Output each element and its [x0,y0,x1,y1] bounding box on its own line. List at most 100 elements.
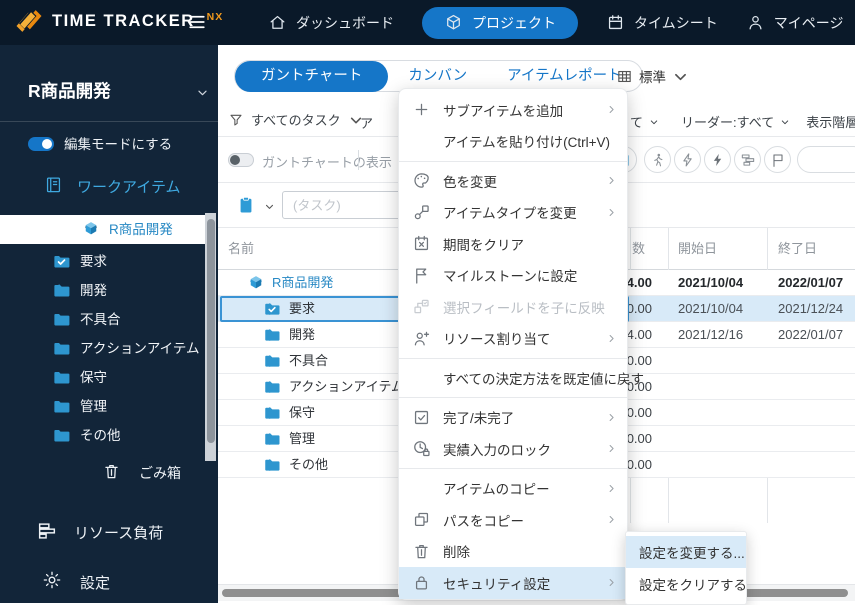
nav-mypage[interactable]: マイページ [746,13,844,33]
menu-item-label: アイテムのコピー [443,478,606,498]
menu-item-5[interactable]: 期間をクリア [399,228,627,260]
menu-item-label: 完了/未完了 [443,407,606,427]
chevron-down-icon [649,117,659,127]
row-name: 管理 [289,426,315,452]
row-end-date: 2022/01/07 [778,322,843,348]
chevron-down-icon[interactable] [196,86,209,99]
sidebar-item-settings[interactable]: 設定 [0,565,218,597]
col-effort-header[interactable]: 数 [632,228,645,270]
sidebar-item-trash[interactable]: ごみ箱 [0,457,218,487]
sidebar-project-title: R商品開発 [28,78,111,103]
sidebar-tree-item-2[interactable]: 不具合 [0,305,205,334]
trash-label: ごみ箱 [139,463,181,483]
chevron-right-icon [606,333,617,344]
toolbar-flag-button[interactable] [764,146,791,173]
checkbox-icon [412,408,431,427]
cube-f-icon [247,274,265,292]
menu-item-1[interactable]: アイテムを貼り付け(Ctrl+V) [399,126,627,158]
menu-item-10[interactable]: すべての決定方法を既定値に戻す [399,362,627,394]
chevron-right-icon [606,104,617,115]
col-end-header[interactable]: 終了日 [778,228,817,270]
menu-item-17[interactable]: 削除 [399,536,627,568]
col-name-header[interactable]: 名前 [228,228,254,270]
menu-item-16[interactable]: パスをコピー [399,504,627,536]
toolbar-layers-button[interactable] [734,146,761,173]
sidebar-tree-item-4[interactable]: 保守 [0,363,205,392]
menu-item-8[interactable]: リソース割り当て [399,323,627,355]
menu-item-6[interactable]: マイルストーンに設定 [399,260,627,292]
row-start-date: 2021/10/04 [678,270,743,296]
view-selector[interactable]: 標準 [616,66,689,86]
menu-item-18[interactable]: セキュリティ設定 [399,567,627,599]
brand-suffix: NX [207,11,224,23]
folder-icon [263,352,281,370]
menu-item-0[interactable]: サブアイテムを追加 [399,94,627,126]
nav-timesheet[interactable]: タイムシート [606,13,718,33]
menu-item-13[interactable]: 実績入力のロック [399,433,627,465]
top-nav: ダッシュボード プロジェクト タイムシート マイページ [268,0,855,45]
menu-divider [399,358,627,359]
sidebar-tree-item-5[interactable]: 管理 [0,392,205,421]
toolbar-partial-control[interactable] [797,146,855,173]
toolbar-divider [358,150,359,170]
gantt-display-label: ガントチャートの表示 [262,152,392,171]
sidebar-tree-item-0[interactable]: 要求 [0,247,205,276]
tab-0[interactable]: ガントチャート [235,61,388,92]
nav-timesheet-label: タイムシート [634,13,718,33]
row-name: 保守 [289,400,315,426]
task-clipboard-icon[interactable] [236,194,256,216]
menu-item-12[interactable]: 完了/未完了 [399,402,627,434]
folder-check-icon [52,252,71,271]
tree-root-label: R商品開発 [109,215,173,244]
menu-item-label: 削除 [443,541,617,561]
tree-item-label: 保守 [80,363,107,392]
top-bar: TIME TRACKER NX ダッシュボードプロジェクトタイムシートマイページ [0,0,855,45]
menu-item-label: リソース割り当て [443,328,606,348]
submenu-item-0[interactable]: 設定を変更する... [626,536,746,568]
work-items-label: ワークアイテム [77,176,181,197]
nav-dashboard[interactable]: ダッシュボード [268,13,394,33]
submenu-item-1[interactable]: 設定をクリアする [626,568,746,600]
nav-project-icon [444,13,463,32]
tree-item-label: 開発 [80,276,107,305]
filter-bar-right: て リーダー:すべて 表示階層: [630,112,855,131]
row-name: アクションアイテム [289,374,404,400]
status-filter-clipped[interactable]: て [630,112,643,131]
menu-item-15[interactable]: アイテムのコピー [399,473,627,505]
sidebar-tree-item-6[interactable]: その他 [0,421,205,450]
tree-item-label: 管理 [80,392,107,421]
toolbar-walk-button[interactable] [644,146,671,173]
toolbar-bolt-button[interactable] [674,146,701,173]
gantt-display-toggle[interactable] [228,153,254,167]
edit-mode-toggle[interactable] [28,137,54,151]
nav-mypage-icon [746,13,765,32]
item-filter-clipped[interactable]: ア [360,113,373,132]
col-start-header[interactable]: 開始日 [678,228,717,270]
sidebar-scrollbar-thumb[interactable] [207,219,215,443]
leader-filter-label[interactable]: リーダー:すべて [681,112,774,131]
folder-icon [52,426,71,445]
menu-divider [399,468,627,469]
hamburger-menu-icon[interactable] [186,13,208,31]
person-plus-icon [412,329,431,348]
sidebar-item-resource-load[interactable]: リソース負荷 [0,515,218,547]
sidebar-tree-item-1[interactable]: 開発 [0,276,205,305]
menu-item-label: アイテムタイプを変更 [443,202,606,222]
sidebar-tree-item-3[interactable]: アクションアイテム [0,334,205,363]
menu-item-3[interactable]: 色を変更 [399,165,627,197]
sidebar-divider [0,121,218,122]
hierarchy-filter-label[interactable]: 表示階層: [806,112,855,131]
task-filter-label: すべてのタスク [251,110,341,129]
menu-item-4[interactable]: アイテムタイプを変更 [399,197,627,229]
menu-divider [399,161,627,162]
sidebar-item-work-items[interactable]: ワークアイテム [0,171,218,201]
chevron-down-icon[interactable] [264,201,275,212]
tab-1[interactable]: カンバン [388,61,487,92]
task-filter-dropdown[interactable]: すべてのタスク [228,110,364,129]
tree-item-label: 要求 [80,247,107,276]
nav-project[interactable]: プロジェクト [422,7,578,39]
sidebar-scrollbar[interactable] [205,213,216,461]
sidebar-tree-root[interactable]: R商品開発 [0,215,205,244]
project-cube-icon [82,220,100,238]
toolbar-bolt-f-button[interactable] [704,146,731,173]
